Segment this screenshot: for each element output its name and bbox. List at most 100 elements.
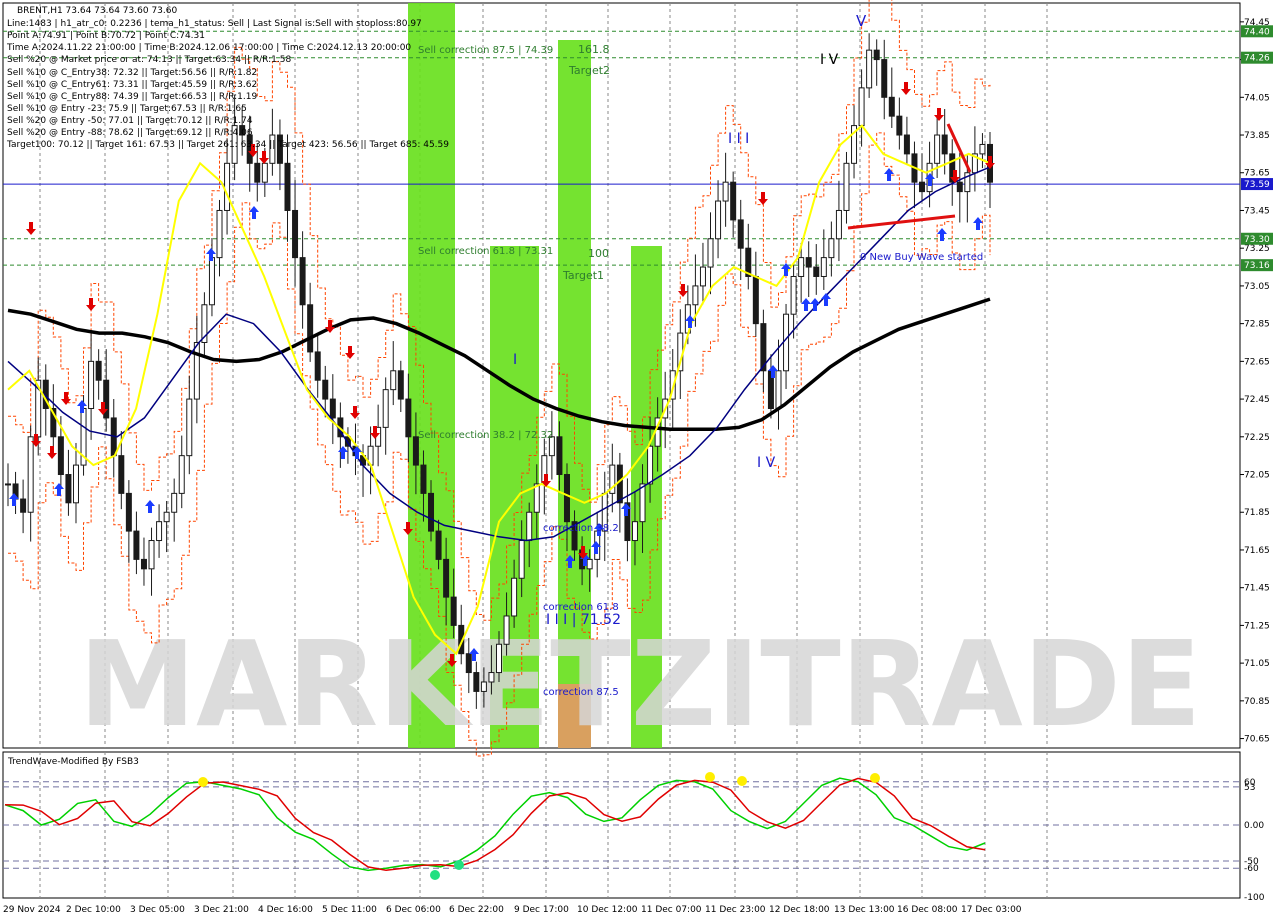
oscillator-trough-dot (430, 870, 440, 880)
candle-body (722, 181, 729, 202)
wave-i-label: I (513, 352, 517, 368)
x-tick-label: 5 Dec 11:00 (322, 905, 377, 915)
candle-body (896, 115, 903, 136)
candle-body (858, 87, 865, 127)
oscillator-tick-label: -100 (1244, 893, 1265, 903)
candle-body (27, 436, 34, 513)
sell-correction-38-2: Sell correction 38.2 | 72.32 (418, 430, 553, 441)
x-tick-label: 11 Dec 23:00 (705, 905, 766, 915)
candle-body (420, 464, 427, 494)
info-line: Sell %10 @ C_Entry61: 73.31 || Target:45… (7, 80, 257, 90)
candle-body (730, 181, 737, 221)
candle-body (156, 521, 163, 542)
x-tick-label: 10 Dec 12:00 (577, 905, 638, 915)
correction-87-5: correction 87.5 (543, 687, 619, 698)
candle-body (5, 483, 11, 486)
candle-body (919, 181, 926, 193)
price-label-text: 74.40 (1244, 27, 1270, 37)
candle-body (798, 257, 805, 277)
candle-body (20, 498, 27, 513)
watermark: MARKETZITRADE (79, 615, 1202, 753)
x-tick-label: 2 Dec 10:00 (66, 905, 121, 915)
candle-body (941, 134, 948, 155)
candle-body (163, 511, 170, 523)
y-tick-label: 72.85 (1244, 320, 1270, 330)
y-tick-label: 71.85 (1244, 508, 1270, 518)
candle-body (443, 558, 450, 598)
candle-body (186, 398, 193, 457)
candle-body (65, 474, 72, 504)
wave-iii-label: I I I (728, 131, 749, 147)
candle-body (586, 558, 593, 570)
candle-body (450, 596, 457, 626)
x-tick-label: 12 Dec 18:00 (769, 905, 830, 915)
x-tick-label: 3 Dec 05:00 (130, 905, 185, 915)
y-tick-label: 73.65 (1244, 169, 1270, 179)
wave-v-label: V (856, 12, 867, 30)
candle-body (518, 540, 525, 579)
correction-38-2: correction 38.2 (543, 523, 619, 534)
candle-body (813, 266, 820, 277)
new-buy-wave-label: 0 New Buy Wave started (860, 252, 983, 263)
candle-body (820, 257, 827, 277)
info-line: Target100: 70.12 || Target 161: 67.53 ||… (6, 140, 449, 150)
ext-161-8: 161.8 (578, 43, 610, 56)
candle-body (873, 49, 880, 61)
candle-body (888, 96, 895, 117)
y-tick-label: 71.65 (1244, 546, 1270, 556)
x-tick-label: 13 Dec 13:00 (834, 905, 895, 915)
candle-body (261, 162, 268, 183)
candle-body (934, 134, 941, 164)
price-label-text: 74.26 (1244, 54, 1270, 64)
oscillator-peak-dot (705, 772, 715, 782)
candle-body (216, 209, 223, 259)
y-tick-label: 70.85 (1244, 697, 1270, 707)
candle-body (496, 643, 502, 674)
candle-body (752, 275, 759, 325)
x-tick-label: 16 Dec 08:00 (897, 905, 958, 915)
candle-body (843, 162, 850, 211)
y-tick-label: 72.05 (1244, 471, 1270, 481)
x-tick-label: 3 Dec 21:00 (194, 905, 249, 915)
oscillator-peak-dot (198, 777, 208, 787)
info-line: Time A:2024.11.22 21:00:00 | Time B:2024… (6, 43, 411, 53)
sell-correction-61-8: Sell correction 61.8 | 73.31 (418, 246, 553, 257)
x-tick-label: 11 Dec 07:00 (641, 905, 702, 915)
candle-body (435, 530, 442, 560)
x-tick-label: 6 Dec 22:00 (449, 905, 504, 915)
oscillator-tick-label: 53 (1244, 783, 1255, 793)
candle-body (72, 464, 79, 504)
candle-body (125, 492, 132, 532)
candle-body (314, 351, 321, 381)
candle-body (140, 558, 147, 570)
candle-body (511, 577, 518, 617)
candle-body (881, 59, 888, 98)
price-label-text: 73.30 (1244, 235, 1270, 245)
candle-body (292, 209, 299, 259)
candle-body (775, 370, 782, 410)
candle-body (526, 511, 533, 542)
x-tick-label: 9 Dec 17:00 (514, 905, 569, 915)
oscillator-peak-dot (870, 773, 880, 783)
candle-body (208, 257, 215, 306)
candle-body (473, 672, 480, 692)
candle-body (790, 275, 797, 315)
candle-body (805, 257, 812, 268)
candle-body (828, 238, 835, 259)
x-tick-label: 6 Dec 06:00 (386, 905, 441, 915)
candle-body (465, 653, 472, 674)
candle-body (783, 313, 790, 372)
candle-body (903, 134, 910, 155)
candle-body (382, 389, 389, 428)
y-tick-label: 72.65 (1244, 357, 1270, 367)
ext-100: 100 (588, 247, 609, 260)
candle-body (405, 398, 412, 438)
candle-body (533, 483, 540, 513)
candle-body (631, 521, 638, 542)
y-tick-label: 73.85 (1244, 131, 1270, 141)
info-line: Point A:74.91 | Point B:70.72 | Point C:… (7, 31, 205, 41)
candle-body (193, 341, 200, 400)
info-line-symbol: BRENT,H1 73.64 73.64 73.60 73.60 (17, 6, 177, 16)
x-tick-label: 17 Dec 03:00 (961, 905, 1022, 915)
candle-body (563, 474, 570, 523)
